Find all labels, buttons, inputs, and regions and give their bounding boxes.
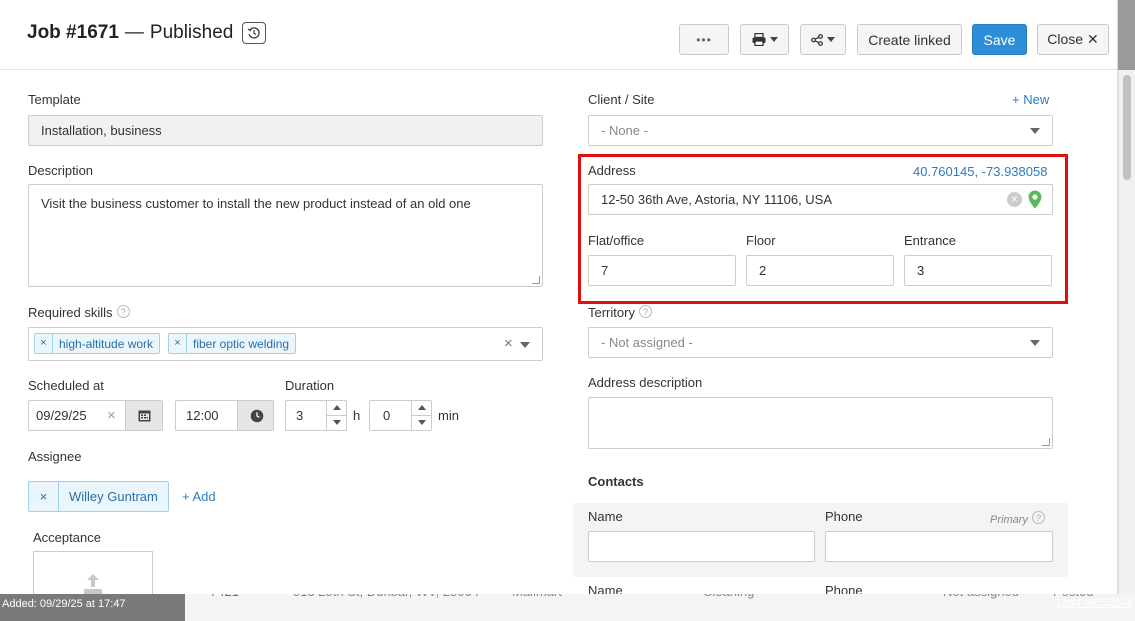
- decrement-icon[interactable]: [412, 416, 431, 431]
- territory-value: - Not assigned -: [601, 335, 693, 350]
- territory-text: Territory: [588, 305, 635, 320]
- address-highlight-box: [578, 154, 1068, 304]
- more-button[interactable]: •••: [679, 24, 729, 55]
- title-separator: —: [124, 22, 144, 43]
- scrollbar-thumb[interactable]: [1123, 75, 1131, 180]
- help-icon[interactable]: ?: [638, 305, 652, 318]
- increment-icon[interactable]: [412, 401, 431, 416]
- date-input[interactable]: 09/29/25 ×: [28, 400, 163, 431]
- page-title: Job #1671 — Published: [27, 22, 267, 44]
- skill-tag-label: high-altitude work: [59, 336, 154, 351]
- contacts-heading: Contacts: [588, 474, 644, 489]
- required-skills-label: Required skills?: [28, 305, 130, 320]
- client-site-label: Client / Site: [588, 92, 655, 107]
- share-icon: [811, 33, 823, 46]
- required-skills-text: Required skills: [28, 305, 113, 320]
- remove-assignee-icon[interactable]: ×: [29, 482, 59, 511]
- share-button[interactable]: [800, 24, 846, 55]
- close-button[interactable]: Close ✕: [1037, 24, 1109, 55]
- added-timestamp: Added: 09/29/25 at 17:47: [0, 593, 185, 621]
- scheduled-at-label: Scheduled at: [28, 378, 104, 393]
- territory-label: Territory?: [588, 305, 652, 320]
- modal-scrollbar[interactable]: [1118, 70, 1135, 594]
- job-number: Job #1671: [27, 22, 119, 43]
- skill-tag-label: fiber optic welding: [193, 336, 290, 351]
- assignee-name: Willey Guntram: [69, 489, 158, 504]
- lead-link[interactable]: Lead #6552008: [1057, 597, 1133, 609]
- template-label: Template: [28, 92, 81, 107]
- new-client-label: + New: [1012, 92, 1050, 107]
- primary-label: Primary?: [990, 511, 1045, 526]
- skill-tag: × fiber optic welding: [168, 333, 297, 354]
- required-skills-select[interactable]: × high-altitude work × fiber optic weldi…: [28, 327, 543, 361]
- remove-tag-icon[interactable]: ×: [35, 334, 53, 353]
- resize-handle[interactable]: [532, 276, 540, 284]
- assignee-label: Assignee: [28, 449, 82, 464]
- assignee-tag: × Willey Guntram: [28, 481, 169, 512]
- save-button[interactable]: Save: [972, 24, 1027, 55]
- printer-icon: [752, 33, 765, 46]
- contact-phone-label: Phone: [825, 509, 863, 524]
- description-label: Description: [28, 163, 94, 178]
- description-textarea[interactable]: Visit the business customer to install t…: [28, 184, 543, 287]
- hours-value: 3: [296, 408, 304, 423]
- date-value: 09/29/25: [36, 408, 87, 423]
- description-text: Visit the business customer to install t…: [41, 196, 471, 211]
- contact-name-label: Name: [588, 583, 623, 594]
- calendar-icon[interactable]: [125, 401, 162, 430]
- contact-phone-input[interactable]: [825, 531, 1053, 562]
- contact-name-label: Name: [588, 509, 623, 524]
- job-status: Published: [149, 22, 234, 43]
- time-input[interactable]: 12:00: [175, 400, 274, 431]
- increment-icon[interactable]: [327, 401, 346, 416]
- address-description-textarea[interactable]: [588, 397, 1053, 449]
- modal-header: Job #1671 — Published ••• Create linked …: [0, 0, 1117, 70]
- job-modal: Job #1671 — Published ••• Create linked …: [0, 0, 1118, 594]
- chevron-down-icon: [769, 37, 778, 42]
- clock-icon[interactable]: [237, 401, 273, 430]
- client-site-value: - None -: [601, 123, 648, 138]
- clear-skills-icon[interactable]: ×: [504, 335, 513, 352]
- create-linked-button[interactable]: Create linked: [857, 24, 962, 55]
- skill-tag: × high-altitude work: [34, 333, 161, 354]
- upload-icon: [84, 574, 102, 594]
- time-value: 12:00: [186, 408, 219, 423]
- decrement-icon[interactable]: [327, 416, 346, 431]
- history-icon[interactable]: [242, 22, 267, 44]
- resize-handle[interactable]: [1042, 438, 1050, 446]
- remove-tag-icon[interactable]: ×: [169, 334, 187, 353]
- duration-label: Duration: [285, 378, 335, 393]
- chevron-down-icon[interactable]: [520, 342, 530, 348]
- duration-hours-input[interactable]: 3: [285, 400, 347, 431]
- print-button[interactable]: [740, 24, 789, 55]
- acceptance-upload[interactable]: [33, 551, 153, 594]
- chevron-down-icon: [827, 37, 835, 42]
- territory-select[interactable]: - Not assigned -: [588, 327, 1053, 358]
- minutes-unit: min: [438, 408, 459, 423]
- acceptance-label: Acceptance: [33, 530, 101, 545]
- help-icon[interactable]: ?: [116, 305, 130, 318]
- contact-name-input[interactable]: [588, 531, 815, 562]
- clear-date-icon[interactable]: ×: [107, 407, 116, 424]
- minutes-value: 0: [383, 408, 391, 423]
- minutes-stepper[interactable]: [411, 401, 431, 430]
- contact-phone-label: Phone: [825, 583, 863, 594]
- new-client-link[interactable]: + New: [1012, 92, 1049, 107]
- hours-unit: h: [353, 408, 361, 423]
- add-assignee-button[interactable]: + Add: [182, 489, 216, 504]
- hours-stepper[interactable]: [326, 401, 346, 430]
- template-field[interactable]: Installation, business: [28, 115, 543, 146]
- primary-text: Primary: [990, 514, 1028, 526]
- chevron-down-icon: [1030, 128, 1040, 134]
- help-icon[interactable]: ?: [1031, 511, 1045, 524]
- duration-minutes-input[interactable]: 0: [369, 400, 432, 431]
- client-site-select[interactable]: - None -: [588, 115, 1053, 146]
- chevron-down-icon: [1030, 340, 1040, 346]
- address-description-label: Address description: [588, 375, 703, 390]
- add-assignee-label: + Add: [182, 489, 216, 504]
